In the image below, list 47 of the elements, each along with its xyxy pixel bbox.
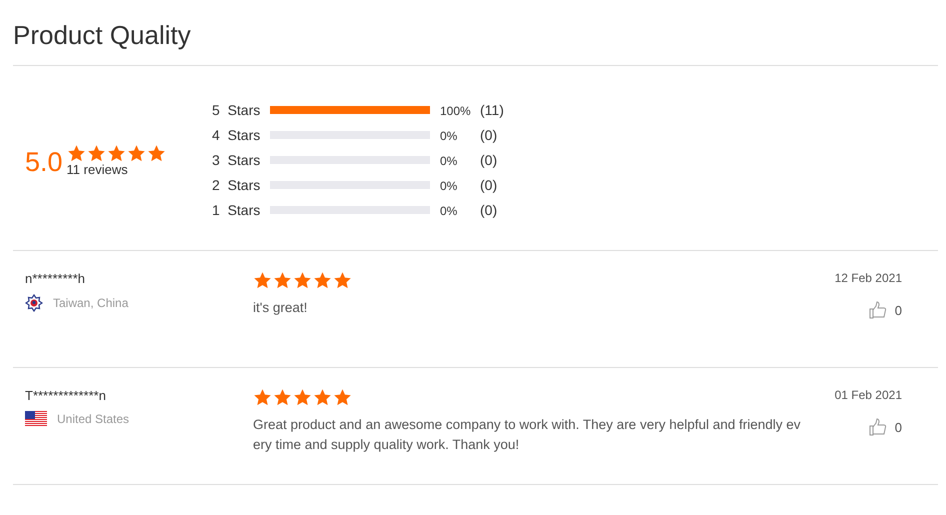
percentage: 100% <box>440 103 472 118</box>
star-label: 2 Stars <box>212 176 262 192</box>
star-icon <box>66 144 86 162</box>
percentage: 0% <box>440 203 458 218</box>
star-icon <box>313 388 332 407</box>
thumbs-up-icon[interactable] <box>868 301 887 319</box>
review-text: Great product and an awesome company to work with. They are very helpful and friendly every time and supply quality work. Thank you! <box>253 416 802 454</box>
percentage: 0% <box>440 153 458 168</box>
country-name: United States <box>57 412 130 426</box>
star-icon <box>253 388 272 407</box>
rating-count: (0) <box>480 176 498 192</box>
reviewer-name: T*************n <box>25 388 107 403</box>
review-count: 11 reviews <box>66 162 129 176</box>
star-icon <box>293 388 312 407</box>
like-count: 0 <box>894 420 902 434</box>
star-icon <box>273 388 292 407</box>
star-icon <box>253 271 272 290</box>
star-icon <box>146 144 166 162</box>
star-label: 1 Stars <box>212 202 262 218</box>
star-icon <box>333 388 352 407</box>
star-icon <box>106 144 126 162</box>
country-name: Taiwan, China <box>53 296 128 310</box>
star-icon <box>333 271 352 290</box>
percentage: 0% <box>440 128 458 143</box>
average-score: 5.0 <box>25 148 63 176</box>
star-icon <box>86 144 106 162</box>
rating-count: (0) <box>480 126 498 142</box>
star-icon <box>273 271 292 290</box>
section-title: Product Quality <box>13 20 938 66</box>
emblem-icon <box>25 294 43 312</box>
thumbs-up-icon[interactable] <box>868 418 887 436</box>
review-date: 01 Feb 2021 <box>834 388 902 402</box>
review-date: 12 Feb 2021 <box>834 271 902 285</box>
rating-count: (0) <box>480 202 498 218</box>
rating-count: (11) <box>480 102 504 118</box>
percentage: 0% <box>440 178 458 193</box>
reviewer-name: n*********h <box>25 271 86 286</box>
star-label: 5 Stars <box>212 102 262 118</box>
star-icon <box>126 144 146 162</box>
rating-count: (0) <box>480 152 498 168</box>
like-count: 0 <box>894 302 902 318</box>
star-label: 4 Stars <box>212 126 262 142</box>
star-icon <box>313 271 332 290</box>
review-text: it's great! <box>253 299 308 317</box>
star-icon <box>293 271 312 290</box>
flag-icon <box>25 411 47 427</box>
star-label: 3 Stars <box>212 152 262 168</box>
